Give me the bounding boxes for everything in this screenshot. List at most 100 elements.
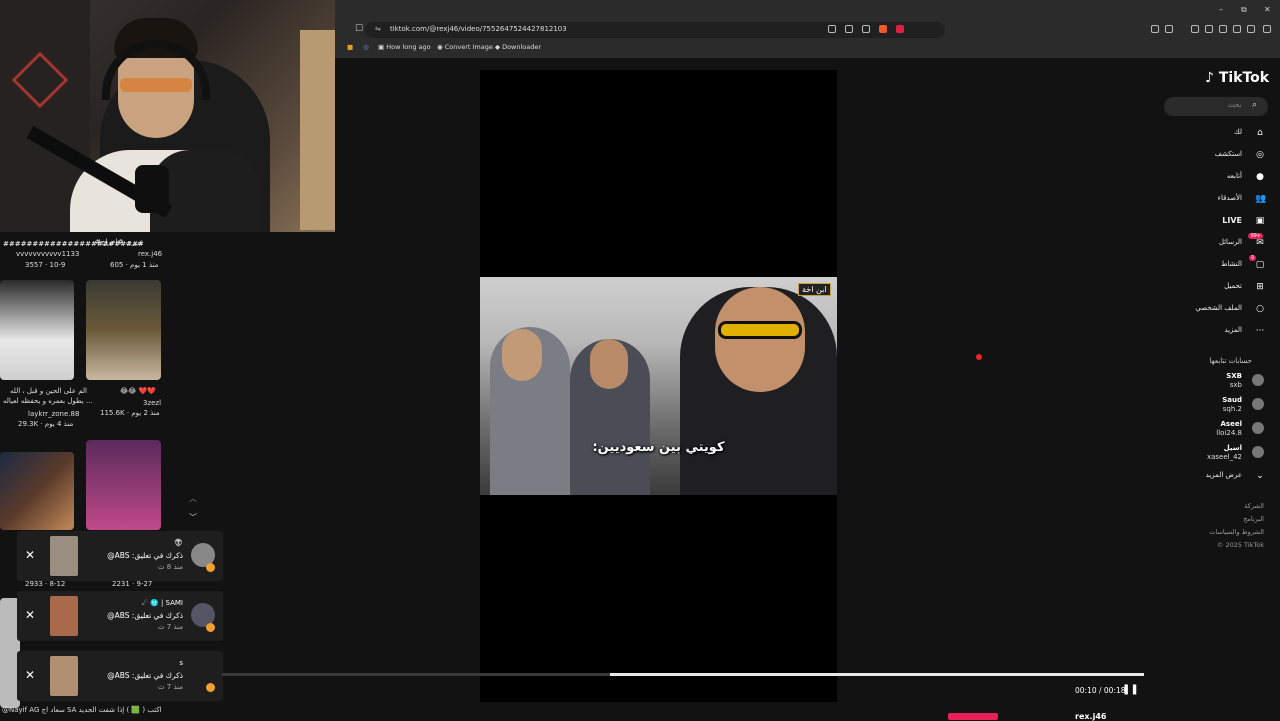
item-user[interactable]: laykrr_zone.88 xyxy=(28,410,79,418)
sidebar-item-profile[interactable]: الملف الشخصي xyxy=(1195,304,1242,312)
feed-user-left[interactable]: vvvvvvvvvvv1133 xyxy=(16,250,79,258)
friends-icon[interactable]: 👥 xyxy=(1255,194,1266,204)
profile-icon[interactable]: ○ xyxy=(1255,304,1265,314)
item-user[interactable]: 3zezl xyxy=(143,399,161,407)
bookmark-item[interactable]: ◆ Downloader xyxy=(495,43,541,51)
notification-toast[interactable]: ✕ s ذكرك في تعليق: ABS@ منذ 7 ث xyxy=(17,651,223,701)
bookmark-icon[interactable]: ☐ xyxy=(355,24,363,34)
extension-icon[interactable] xyxy=(1165,25,1173,33)
site-info-icon[interactable]: ⇋ xyxy=(375,25,381,33)
follow-button[interactable] xyxy=(948,713,998,720)
maximize-button[interactable]: ⧉ xyxy=(1241,5,1247,15)
left-feed-panel: #تي_ي #اخراج rex.j46 605 · منذ 1 يوم ###… xyxy=(0,232,222,720)
video-time: 00:10 / 00:18 xyxy=(1075,686,1126,695)
footer-link[interactable]: البرنامج xyxy=(1243,515,1264,523)
following-handle[interactable]: lloi24.8 xyxy=(1216,429,1242,437)
video-thumbnail[interactable] xyxy=(0,452,74,530)
pause-icon[interactable]: ❚❚ xyxy=(1122,684,1139,695)
following-name[interactable]: Saud xyxy=(1222,396,1242,404)
sidebar-item-friends[interactable]: الأصدقاء xyxy=(1218,194,1242,202)
sidebar-item-upload[interactable]: تحميل xyxy=(1224,282,1242,290)
avatar[interactable] xyxy=(1252,446,1264,458)
sidebar-item-activity[interactable]: النشاط xyxy=(1221,260,1242,268)
bookmark-label: Downloader xyxy=(502,43,542,51)
rewards-icon[interactable] xyxy=(896,25,904,33)
search-icon[interactable]: ⌕ xyxy=(1252,100,1257,110)
video-thumbnail[interactable] xyxy=(86,440,161,530)
following-handle[interactable]: xaseel_42 xyxy=(1207,453,1242,461)
activity-icon[interactable]: ▢ xyxy=(1255,260,1265,270)
sidebar-item-explore[interactable]: استكشف xyxy=(1215,150,1242,158)
url-text[interactable]: tiktok.com/@rexj46/video/755264752442781… xyxy=(390,25,567,33)
chevron-down-icon[interactable]: ⌄ xyxy=(1255,471,1265,481)
notification-toast[interactable]: ✕ 👽 ذكرك في تعليق: ABS@ منذ 8 ث xyxy=(17,531,223,581)
bookmark-item[interactable]: ◉ Convert Image xyxy=(437,43,493,51)
sidebar-item-following[interactable]: أتابعه xyxy=(1227,172,1242,180)
minimize-button[interactable]: – xyxy=(1219,5,1223,14)
brave-shield-icon[interactable] xyxy=(879,25,887,33)
item-meta: 2231 · 9-27 xyxy=(112,580,153,588)
upload-icon[interactable]: ⊞ xyxy=(1255,282,1265,292)
item-meta: 29.3K · منذ 4 يوم xyxy=(18,420,74,428)
following-name[interactable]: Aseel xyxy=(1221,420,1242,428)
footer-link[interactable]: © 2025 TikTok xyxy=(1217,541,1264,549)
leo-icon[interactable] xyxy=(1233,25,1241,33)
tiktok-logo[interactable]: ♪ TikTok xyxy=(1205,70,1269,86)
home-icon[interactable]: ⌂ xyxy=(1255,128,1265,138)
video-face xyxy=(502,329,542,381)
close-icon[interactable]: ✕ xyxy=(25,608,35,622)
video-thumbnail[interactable] xyxy=(0,280,74,380)
avatar[interactable] xyxy=(1252,422,1264,434)
mouse-cursor xyxy=(976,354,982,360)
feed-user[interactable]: rex.j46 xyxy=(138,250,162,258)
inbox-icon[interactable]: ✉ xyxy=(1255,238,1265,248)
chevron-up-icon[interactable]: ︿ xyxy=(189,493,197,504)
following-name[interactable]: اسيل xyxy=(1224,444,1242,452)
video-thumbnail[interactable] xyxy=(86,280,161,380)
compass-icon[interactable]: ◎ xyxy=(1255,150,1265,160)
search-placeholder: بحث xyxy=(1228,101,1242,109)
close-icon[interactable]: ✕ xyxy=(25,668,35,682)
notification-time: منذ 7 ث xyxy=(157,683,183,691)
footer-link[interactable]: الشركة xyxy=(1244,502,1264,510)
folder-icon[interactable]: ■ xyxy=(347,43,353,51)
sidebar-item-more[interactable]: المزيد xyxy=(1224,326,1242,334)
progress-fill[interactable] xyxy=(610,673,1144,676)
close-window-button[interactable]: ✕ xyxy=(1264,5,1271,14)
badge-icon xyxy=(206,683,215,692)
vpn-icon[interactable] xyxy=(1247,25,1255,33)
more-icon[interactable]: ··· xyxy=(1255,326,1265,336)
following-handle[interactable]: sqh.2 xyxy=(1223,405,1242,413)
channel-logo: ابن اخة xyxy=(798,283,831,296)
video-frame[interactable]: ابن اخة xyxy=(480,277,837,495)
close-icon[interactable]: ✕ xyxy=(25,548,35,562)
sidebar-item-messages[interactable]: الرسائل xyxy=(1219,238,1242,246)
cast-icon[interactable] xyxy=(845,25,853,33)
wallet-icon[interactable] xyxy=(1219,25,1227,33)
microphone xyxy=(135,165,169,213)
menu-icon[interactable] xyxy=(1263,25,1271,33)
avatar[interactable] xyxy=(1252,374,1264,386)
feed-hash-line: ######################## xyxy=(3,240,144,248)
share-icon[interactable] xyxy=(862,25,870,33)
following-title: حسابات تتابعها xyxy=(1209,357,1252,365)
chevron-down-icon[interactable]: ﹀ xyxy=(189,512,197,523)
sidebar-item-home[interactable]: لك xyxy=(1234,128,1242,136)
music-icon[interactable] xyxy=(1191,25,1199,33)
bookmark-item[interactable]: ▣ How long ago xyxy=(378,43,431,51)
notification-toast[interactable]: ✕ SAMI | ⛎ ☄ ذكرك في تعليق: ABS@ منذ 7 ث xyxy=(17,591,223,641)
see-more-link[interactable]: عرض المزيد xyxy=(1206,471,1242,479)
item-meta: 2933 · 8-12 xyxy=(25,580,66,588)
following-icon[interactable]: ● xyxy=(1255,172,1265,182)
avatar[interactable] xyxy=(1252,398,1264,410)
mute-icon[interactable] xyxy=(828,25,836,33)
notification-badge: 99+ xyxy=(1248,233,1263,239)
footer-link[interactable]: الشروط والسياسات xyxy=(1209,528,1264,536)
sidebar-icon[interactable] xyxy=(1205,25,1213,33)
extension-icon[interactable] xyxy=(1151,25,1159,33)
sidebar-item-live[interactable]: LIVE xyxy=(1222,216,1242,225)
following-name[interactable]: SXB xyxy=(1226,372,1242,380)
live-icon[interactable]: ▣ xyxy=(1255,216,1265,226)
bookmark-favicon[interactable]: ◎ xyxy=(363,43,369,51)
following-handle[interactable]: sxb xyxy=(1230,381,1242,389)
